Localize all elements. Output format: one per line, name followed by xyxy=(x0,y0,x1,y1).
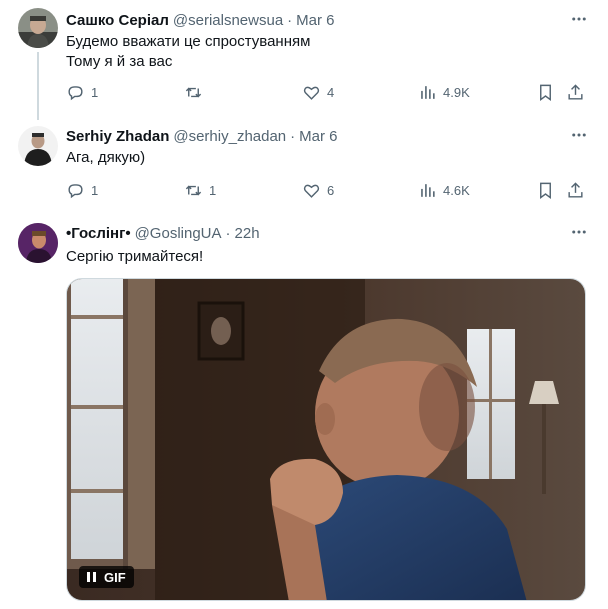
display-name[interactable]: Serhiy Zhadan xyxy=(66,128,169,145)
avatar[interactable] xyxy=(18,223,58,263)
bookmark-icon xyxy=(540,182,551,199)
tweet-text-line: Тому я й за вас xyxy=(66,53,173,70)
bookmark-button[interactable] xyxy=(536,178,555,202)
timestamp[interactable]: Mar 6 xyxy=(296,12,334,29)
display-name[interactable]: •Гослінг• xyxy=(66,225,131,242)
pause-icon[interactable] xyxy=(87,572,96,582)
separator-dot: · xyxy=(287,11,293,29)
timestamp[interactable]: 22h xyxy=(235,225,260,242)
share-icon xyxy=(568,181,583,198)
retweet-icon xyxy=(185,87,202,97)
avatar[interactable] xyxy=(18,8,58,48)
reply-icon xyxy=(68,85,83,100)
tweet-text: Сергію тримайтеся! xyxy=(66,247,203,267)
like-button[interactable]: 6 xyxy=(302,178,334,202)
tweet-text: Будемо вважати це спростуванням Тому я й… xyxy=(66,32,310,72)
separator-dot: · xyxy=(225,224,231,242)
reply-count: 1 xyxy=(91,182,99,198)
tweet-text-line: Будемо вважати це спростуванням xyxy=(66,33,311,50)
user-handle[interactable]: @GoslingUA xyxy=(135,225,222,242)
tweet-1[interactable]: Сашко Серіал @serialsnewsua · Mar 6 Буде… xyxy=(0,8,608,113)
views-icon xyxy=(421,85,435,99)
tweet-text-line: Ага, дякую) xyxy=(66,149,146,166)
views-count: 4.6K xyxy=(443,182,470,198)
tweet-text-line: Сергію тримайтеся! xyxy=(66,248,204,265)
reply-button[interactable]: 1 xyxy=(66,80,98,104)
like-button[interactable]: 4 xyxy=(302,80,334,104)
user-handle[interactable]: @serialsnewsua xyxy=(173,12,283,29)
tweet-text: Ага, дякую) xyxy=(66,148,145,168)
heart-icon xyxy=(303,86,320,100)
views-button[interactable]: 4.6K xyxy=(418,178,470,202)
reply-icon xyxy=(68,183,83,198)
tweet-2[interactable]: Serhiy Zhadan @serhiy_zhadan · Mar 6 Ага… xyxy=(0,126,608,206)
tweet-actions: 1 4 4.9K xyxy=(62,80,590,104)
heart-icon xyxy=(303,184,320,198)
tweet-header: Serhiy Zhadan @serhiy_zhadan · Mar 6 xyxy=(66,126,338,146)
avatar[interactable] xyxy=(18,126,58,166)
gif-image xyxy=(67,279,585,600)
bookmark-button[interactable] xyxy=(536,80,555,104)
more-icon[interactable] xyxy=(570,126,588,144)
share-icon xyxy=(568,83,583,100)
share-button[interactable] xyxy=(566,178,585,202)
tweet-header: Сашко Серіал @serialsnewsua · Mar 6 xyxy=(66,10,335,30)
reply-button[interactable]: 1 xyxy=(66,178,98,202)
views-button[interactable]: 4.9K xyxy=(418,80,470,104)
bookmark-icon xyxy=(540,84,551,101)
retweet-button[interactable] xyxy=(184,80,209,104)
more-icon[interactable] xyxy=(570,223,588,241)
views-icon xyxy=(421,183,435,197)
display-name[interactable]: Сашко Серіал xyxy=(66,12,169,29)
retweet-icon xyxy=(185,185,202,195)
retweet-count: 1 xyxy=(209,182,217,198)
like-count: 6 xyxy=(327,182,335,198)
like-count: 4 xyxy=(327,84,335,100)
retweet-button[interactable]: 1 xyxy=(184,178,216,202)
views-count: 4.9K xyxy=(443,84,470,100)
separator-dot: · xyxy=(290,127,296,145)
gif-media[interactable]: GIF xyxy=(66,278,586,601)
reply-count: 1 xyxy=(91,84,99,100)
tweet-header: •Гослінг• @GoslingUA · 22h xyxy=(66,223,260,243)
tweet-actions: 1 1 6 4.6K xyxy=(62,178,590,202)
gif-badge[interactable]: GIF xyxy=(79,566,134,588)
more-icon[interactable] xyxy=(570,10,588,28)
gif-label: GIF xyxy=(104,569,126,585)
timestamp[interactable]: Mar 6 xyxy=(299,128,337,145)
share-button[interactable] xyxy=(566,80,585,104)
user-handle[interactable]: @serhiy_zhadan xyxy=(173,128,286,145)
